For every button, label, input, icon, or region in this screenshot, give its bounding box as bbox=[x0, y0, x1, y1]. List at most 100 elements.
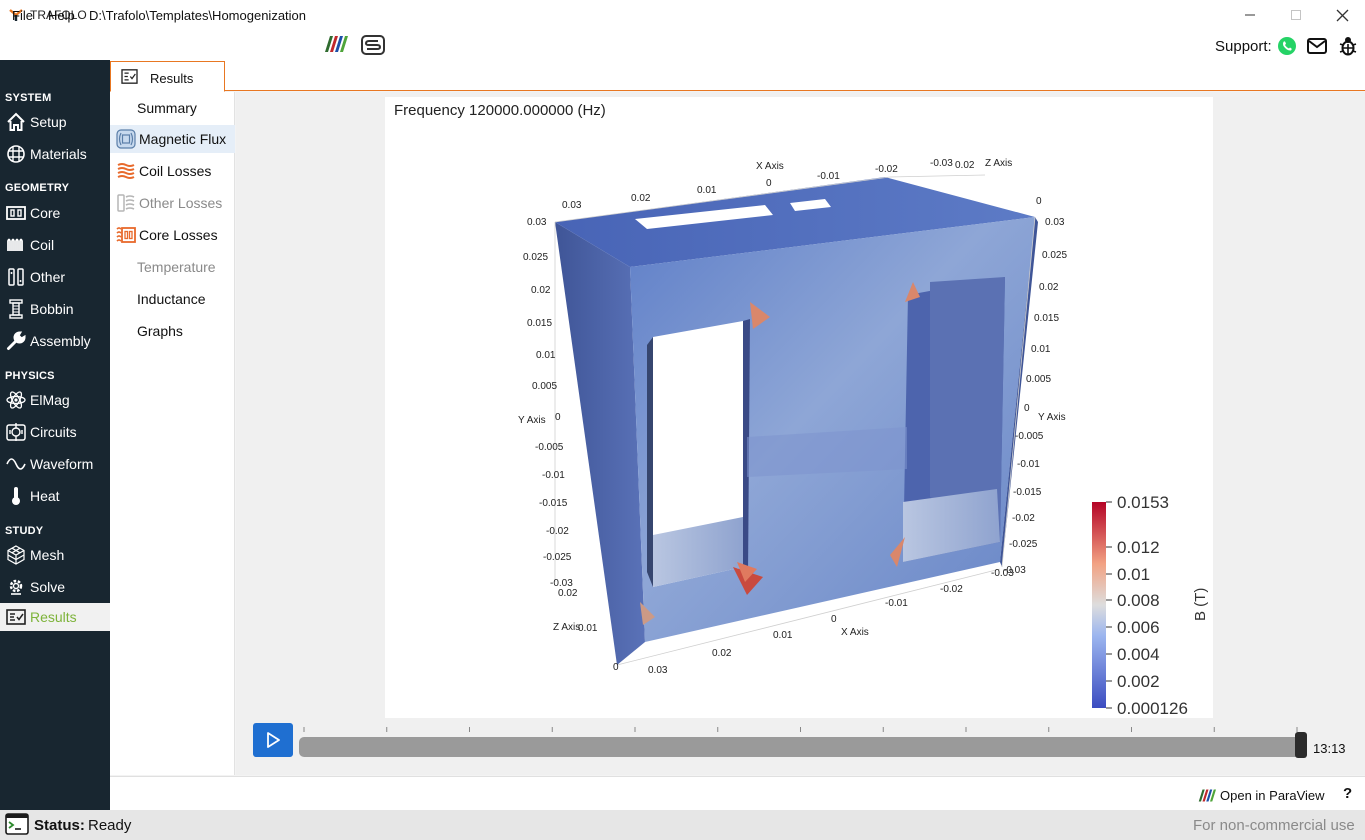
results-nav-summary[interactable]: Summary bbox=[110, 94, 235, 122]
action-bar bbox=[110, 776, 1365, 810]
maximize-button[interactable] bbox=[1273, 0, 1319, 30]
help-button[interactable]: ? bbox=[1343, 785, 1352, 802]
wrench-icon bbox=[5, 330, 27, 352]
sidebar-item-label: Mesh bbox=[30, 547, 65, 563]
results-nav-label: Inductance bbox=[137, 291, 206, 307]
results-icon bbox=[5, 606, 27, 628]
sidebar-item-label: Setup bbox=[30, 114, 67, 130]
sidebar-item-label: Coil bbox=[30, 237, 55, 253]
menu-help[interactable]: Help bbox=[48, 8, 75, 23]
sidebar-item-label: Materials bbox=[30, 146, 87, 162]
y-tick-left: -0.005 bbox=[535, 442, 564, 453]
field-plot[interactable]: 0.03 0.02 0.01 0 -0.01 -0.02 -0.03 X Axi… bbox=[385, 97, 1213, 718]
coil-losses-icon bbox=[115, 160, 137, 182]
sidebar-item-label: Core bbox=[30, 205, 61, 221]
paraview-logo-icon[interactable] bbox=[324, 36, 348, 52]
results-nav-label: Summary bbox=[137, 100, 197, 116]
timeline-slider[interactable] bbox=[299, 737, 1302, 757]
timeline-ticks bbox=[303, 727, 1298, 732]
terminal-icon[interactable] bbox=[5, 813, 29, 835]
open-paraview-label: Open in ParaView bbox=[1220, 787, 1325, 803]
sidebar-item-heat[interactable]: Heat bbox=[0, 482, 110, 510]
atom-icon bbox=[5, 389, 27, 411]
y-tick-left: -0.01 bbox=[542, 470, 565, 481]
email-icon[interactable] bbox=[1306, 35, 1328, 57]
sidebar-item-setup[interactable]: Setup bbox=[0, 108, 110, 136]
bug-report-icon[interactable] bbox=[1337, 35, 1359, 57]
z-tick-top: 0 bbox=[1036, 196, 1042, 207]
results-nav-other-losses[interactable]: Other Losses bbox=[110, 189, 235, 217]
y-tick-left: -0.025 bbox=[543, 552, 572, 563]
close-icon bbox=[1336, 9, 1348, 21]
play-button[interactable] bbox=[253, 723, 293, 757]
menu-file[interactable]: File bbox=[12, 8, 33, 23]
timeline-handle[interactable] bbox=[1295, 732, 1307, 758]
sidebar-item-solve[interactable]: Solve bbox=[0, 573, 110, 601]
open-paraview-button[interactable]: Open in ParaView bbox=[1198, 786, 1325, 804]
results-nav-coil-losses[interactable]: Coil Losses bbox=[110, 157, 235, 185]
sidebar-item-assembly[interactable]: Assembly bbox=[0, 327, 110, 355]
y-tick-left: 0.02 bbox=[531, 285, 551, 296]
core-left-window-edge bbox=[647, 337, 653, 587]
x-tick-bottom: 0.02 bbox=[712, 648, 732, 659]
y-tick-right: -0.005 bbox=[1015, 431, 1044, 442]
results-nav-inductance[interactable]: Inductance bbox=[110, 285, 235, 313]
sidebar-item-results[interactable]: Results bbox=[0, 603, 110, 631]
x-tick-top: -0.01 bbox=[817, 171, 840, 182]
sidebar-item-bobbin[interactable]: Bobbin bbox=[0, 295, 110, 323]
license-note: For non-commercial use bbox=[1193, 817, 1355, 834]
x-tick-top: 0.03 bbox=[562, 200, 582, 211]
y-axis-title-left: Y Axis bbox=[518, 415, 546, 426]
tab-results[interactable]: Results bbox=[110, 61, 225, 92]
y-tick-left: 0.015 bbox=[527, 318, 552, 329]
results-nav-magnetic-flux[interactable]: Magnetic Flux bbox=[110, 125, 235, 153]
x-tick-bottom: 0.03 bbox=[648, 665, 668, 676]
results-nav-temperature[interactable]: Temperature bbox=[110, 253, 235, 281]
whatsapp-icon[interactable] bbox=[1276, 35, 1298, 57]
z-tick-bottom: 0 bbox=[613, 662, 619, 673]
3d-viewport[interactable]: 0.03 0.02 0.01 0 -0.01 -0.02 -0.03 X Axi… bbox=[385, 97, 1213, 718]
magnetic-flux-icon bbox=[115, 128, 137, 150]
sidebar-item-other[interactable]: Other bbox=[0, 263, 110, 291]
x-tick-bottom: 0 bbox=[831, 614, 837, 625]
minimize-button[interactable] bbox=[1227, 0, 1273, 30]
circuit-icon bbox=[5, 421, 27, 443]
tab-label: Results bbox=[150, 71, 194, 86]
x-tick-top: -0.02 bbox=[875, 164, 898, 175]
z-tick-bottom: 0.01 bbox=[578, 623, 598, 634]
sidebar-item-label: ElMag bbox=[30, 392, 70, 408]
sidebar-item-label: Results bbox=[30, 609, 77, 625]
y-tick-right: 0.015 bbox=[1034, 313, 1059, 324]
close-button[interactable] bbox=[1319, 0, 1365, 30]
y-tick-left: -0.02 bbox=[546, 526, 569, 537]
colorbar-title: B (T) bbox=[1192, 588, 1209, 621]
project-path: D:\Trafolo\Templates\Homogenization bbox=[89, 8, 307, 23]
sidebar-item-coil[interactable]: Coil bbox=[0, 231, 110, 259]
sidebar-item-circuits[interactable]: Circuits bbox=[0, 418, 110, 446]
colorbar-gradient bbox=[1092, 502, 1106, 708]
sidebar-item-materials[interactable]: Materials bbox=[0, 140, 110, 168]
sidebar-item-waveform[interactable]: Waveform bbox=[0, 450, 110, 478]
x-tick-bottom: -0.02 bbox=[940, 584, 963, 595]
colorbar-label: 0.004 bbox=[1117, 645, 1160, 664]
sidebar-item-core[interactable]: Core bbox=[0, 199, 110, 227]
grid-icon bbox=[5, 143, 27, 165]
y-tick-left: 0.005 bbox=[532, 381, 557, 392]
colorbar-label: 0.0153 bbox=[1117, 493, 1169, 512]
y-tick-right: -0.03 bbox=[1003, 565, 1026, 576]
section-title-physics: PHYSICS bbox=[5, 370, 55, 382]
y-axis-title-right: Y Axis bbox=[1038, 412, 1066, 423]
solve-gear-icon bbox=[5, 576, 27, 598]
y-tick-right: 0.005 bbox=[1026, 374, 1051, 385]
sidebar-item-mesh[interactable]: Mesh bbox=[0, 541, 110, 569]
sidebar-item-elmag[interactable]: ElMag bbox=[0, 386, 110, 414]
mesh-icon bbox=[5, 544, 27, 566]
script-logo-icon[interactable] bbox=[361, 35, 385, 55]
results-nav-label: Core Losses bbox=[139, 227, 218, 243]
y-tick-right: 0.02 bbox=[1039, 282, 1059, 293]
results-nav-core-losses[interactable]: Core Losses bbox=[110, 221, 235, 249]
sine-icon bbox=[5, 453, 27, 475]
y-tick-right: 0.03 bbox=[1045, 217, 1065, 228]
results-nav-label: Graphs bbox=[137, 323, 183, 339]
results-nav-graphs[interactable]: Graphs bbox=[110, 317, 235, 345]
